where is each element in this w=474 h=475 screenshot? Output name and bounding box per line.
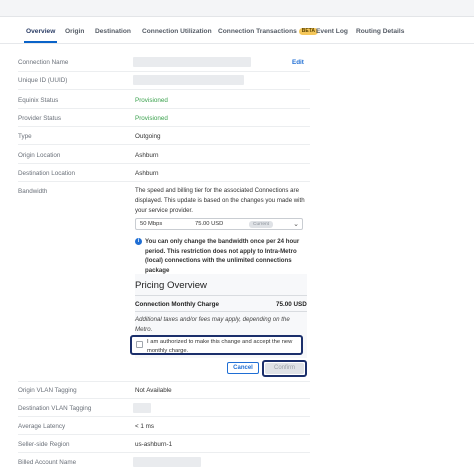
equinix-status-value: Provisioned (135, 97, 168, 104)
bandwidth-label: Bandwidth (18, 188, 48, 195)
pricing-divider (135, 295, 307, 296)
bandwidth-speed: 50 Mbps (140, 221, 163, 227)
tab-label: Destination (95, 28, 131, 35)
origin-vlan-value: Not Available (135, 387, 172, 394)
pricing-divider (135, 311, 307, 312)
origin-vlan-label: Origin VLAN Tagging (18, 387, 77, 394)
row-divider (18, 89, 310, 90)
tab-label: Origin (65, 28, 85, 35)
bandwidth-select[interactable]: 50 Mbps 75.00 USD Current ⌄ (135, 218, 303, 230)
billed-account-label: Billed Account Name (18, 459, 77, 466)
confirm-button[interactable]: Confirm (265, 363, 304, 374)
billed-account-value (133, 457, 201, 467)
provider-status-value: Provisioned (135, 115, 168, 122)
unique-id-value (133, 75, 244, 85)
monthly-charge-amount: 75.00 USD (276, 301, 307, 308)
row-divider (18, 108, 310, 109)
chevron-down-icon: ⌄ (293, 221, 299, 228)
tab-routing-details[interactable]: Routing Details (356, 25, 404, 43)
origin-location-label: Origin Location (18, 152, 61, 159)
top-header-bar (0, 0, 474, 17)
tab-destination[interactable]: Destination (95, 25, 131, 43)
tab-event-log[interactable]: Event Log (316, 25, 348, 43)
row-divider (18, 398, 310, 399)
row-divider (18, 381, 310, 382)
row-divider (18, 452, 310, 453)
row-divider (18, 71, 310, 72)
bandwidth-description: The speed and billing tier for the assoc… (135, 187, 305, 214)
info-icon: i (135, 238, 142, 245)
connection-name-label: Connection Name (18, 59, 69, 66)
tab-connection-transactions[interactable]: Connection Transactions BETA (218, 25, 319, 43)
type-label: Type (18, 133, 32, 140)
row-divider (18, 126, 310, 127)
row-divider (18, 144, 310, 145)
average-latency-value: < 1 ms (135, 423, 155, 430)
tab-label: Event Log (316, 28, 348, 35)
row-divider (18, 434, 310, 435)
row-divider (18, 163, 310, 164)
tab-divider (0, 43, 474, 44)
pricing-overview-title: Pricing Overview (135, 280, 207, 291)
tab-label: Routing Details (356, 28, 405, 35)
equinix-status-label: Equinix Status (18, 97, 59, 104)
bandwidth-restriction-notice: You can only change the bandwidth once p… (145, 238, 300, 274)
monthly-charge-label: Connection Monthly Charge (135, 301, 219, 308)
edit-link[interactable]: Edit (292, 59, 304, 66)
bandwidth-price: 75.00 USD (195, 221, 224, 227)
tab-bar: Overview Origin Destination Connection U… (0, 25, 474, 43)
pricing-note: Additional taxes and/or fees may apply, … (135, 316, 290, 333)
current-badge: Current (249, 221, 273, 228)
type-value: Outgoing (135, 133, 161, 140)
destination-vlan-label: Destination VLAN Tagging (18, 405, 92, 412)
cancel-button[interactable]: Cancel (227, 362, 259, 374)
row-divider (18, 181, 310, 182)
tab-label: Overview (26, 28, 56, 35)
provider-status-label: Provider Status (18, 115, 62, 122)
average-latency-label: Average Latency (18, 423, 66, 430)
authorize-checkbox-row[interactable]: I am authorized to make this change and … (130, 335, 303, 355)
authorize-text: I am authorized to make this change and … (147, 339, 293, 354)
tab-connection-utilization[interactable]: Connection Utilization (142, 25, 212, 43)
seller-region-label: Seller-side Region (18, 441, 70, 448)
unique-id-label: Unique ID (UUID) (18, 77, 68, 84)
row-divider (18, 416, 310, 417)
tab-label: Connection Transactions (218, 28, 297, 35)
tab-origin[interactable]: Origin (65, 25, 84, 43)
seller-region-value: us-ashburn-1 (135, 441, 173, 448)
origin-location-value: Ashburn (135, 152, 159, 159)
authorize-checkbox[interactable] (136, 341, 143, 348)
tab-label: Connection Utilization (142, 28, 212, 35)
destination-location-value: Ashburn (135, 170, 159, 177)
connection-name-value (133, 57, 251, 67)
destination-location-label: Destination Location (18, 170, 76, 177)
destination-vlan-value (133, 403, 151, 413)
tab-overview[interactable]: Overview (23, 25, 58, 43)
